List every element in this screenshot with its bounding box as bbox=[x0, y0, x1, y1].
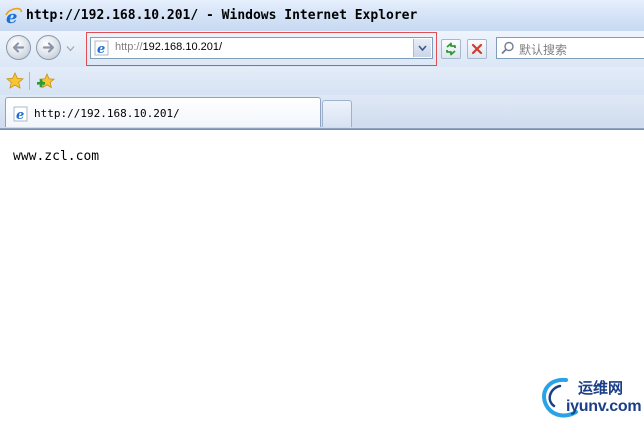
address-url[interactable]: http://192.168.10.201/ bbox=[115, 41, 222, 53]
watermark-cn-text: 运维网 bbox=[578, 379, 624, 397]
svg-text:e: e bbox=[97, 42, 105, 56]
ie-logo-icon: e bbox=[5, 7, 22, 26]
new-tab-button[interactable] bbox=[322, 100, 352, 127]
ie-page-icon: e bbox=[13, 106, 28, 122]
search-icon bbox=[501, 41, 514, 54]
watermark-logo: 运维网 iyunv.com bbox=[536, 374, 642, 420]
forward-button[interactable] bbox=[36, 35, 61, 60]
back-arrow-icon bbox=[12, 42, 25, 53]
page-body-text: www.zcl.com bbox=[13, 149, 100, 164]
window-title: http://192.168.10.201/ - Windows Interne… bbox=[26, 8, 418, 23]
history-dropdown-icon[interactable] bbox=[66, 44, 75, 53]
svg-text:e: e bbox=[16, 108, 24, 122]
refresh-icon bbox=[446, 42, 456, 56]
navigation-bar: e http://192.168.10.201/ 默认搜索 bbox=[0, 31, 644, 67]
favorites-star-icon[interactable] bbox=[5, 71, 25, 91]
ie-page-icon: e bbox=[94, 40, 109, 56]
favorites-divider bbox=[29, 72, 30, 90]
favorites-bar bbox=[0, 67, 644, 95]
forward-arrow-icon bbox=[42, 42, 55, 53]
stop-icon bbox=[471, 43, 483, 55]
url-scheme: http:// bbox=[115, 41, 143, 53]
address-bar[interactable]: e http://192.168.10.201/ bbox=[90, 37, 433, 59]
tab-active[interactable]: e http://192.168.10.201/ bbox=[5, 97, 321, 127]
watermark-en-text: iyunv.com bbox=[566, 398, 642, 415]
tab-strip: e http://192.168.10.201/ bbox=[0, 95, 644, 129]
title-bar: e http://192.168.10.201/ - Windows Inter… bbox=[0, 0, 644, 32]
search-box[interactable]: 默认搜索 bbox=[496, 37, 644, 59]
url-host: 192.168.10.201/ bbox=[142, 41, 223, 53]
tab-label: http://192.168.10.201/ bbox=[34, 107, 180, 120]
search-placeholder: 默认搜索 bbox=[519, 43, 568, 57]
add-favorite-icon[interactable] bbox=[36, 71, 56, 91]
chevron-down-icon bbox=[418, 45, 427, 52]
address-dropdown-button[interactable] bbox=[413, 39, 431, 57]
refresh-button[interactable] bbox=[441, 39, 461, 59]
back-button[interactable] bbox=[6, 35, 31, 60]
stop-button[interactable] bbox=[467, 39, 487, 59]
